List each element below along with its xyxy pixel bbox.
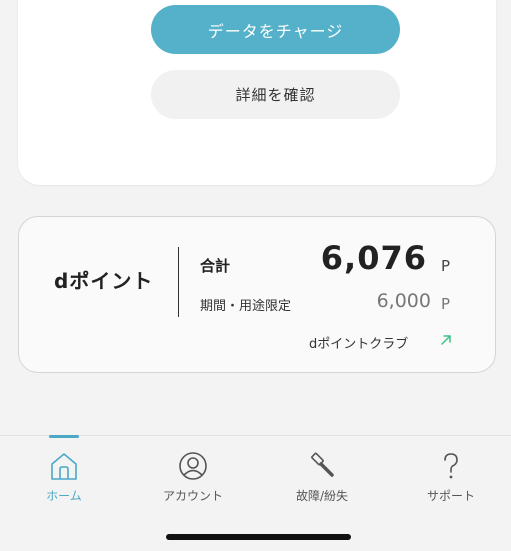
charge-data-button[interactable]: データをチャージ <box>151 5 400 54</box>
external-arrow-icon[interactable] <box>439 333 453 347</box>
data-charge-card: データをチャージ 詳細を確認 <box>18 0 496 185</box>
tab-repair-label: 故障/紛失 <box>295 489 349 503</box>
view-details-button[interactable]: 詳細を確認 <box>151 70 400 119</box>
question-icon <box>444 453 458 479</box>
dpoint-card[interactable]: dポイント 合計 6,076 P 期間・用途限定 6,000 P dポイントクラ… <box>18 216 496 373</box>
tab-support-label: サポート <box>426 489 475 503</box>
tab-home-label: ホーム <box>46 489 82 503</box>
home-indicator-bar <box>166 534 351 540</box>
tab-repair[interactable]: 故障/紛失 <box>272 450 372 520</box>
tab-home[interactable]: ホーム <box>14 450 114 520</box>
account-icon <box>179 452 207 480</box>
limited-points-value: 6,000 <box>376 290 431 312</box>
tab-account[interactable]: アカウント <box>143 450 243 520</box>
tab-account-label: アカウント <box>162 489 223 503</box>
total-points-label: 合計 <box>200 257 231 275</box>
total-points-value: 6,076 <box>320 239 427 277</box>
hammer-icon <box>311 452 334 477</box>
limited-points-label: 期間・用途限定 <box>200 299 292 314</box>
active-tab-indicator <box>49 435 79 438</box>
home-icon <box>51 453 77 480</box>
dpoint-title: dポイント <box>54 269 154 293</box>
dpoint-club-link[interactable]: dポイントクラブ <box>309 333 408 352</box>
tab-support[interactable]: サポート <box>401 450 501 520</box>
total-points-unit: P <box>441 257 451 275</box>
limited-points-unit: P <box>441 295 451 313</box>
dpoint-divider <box>178 247 179 317</box>
